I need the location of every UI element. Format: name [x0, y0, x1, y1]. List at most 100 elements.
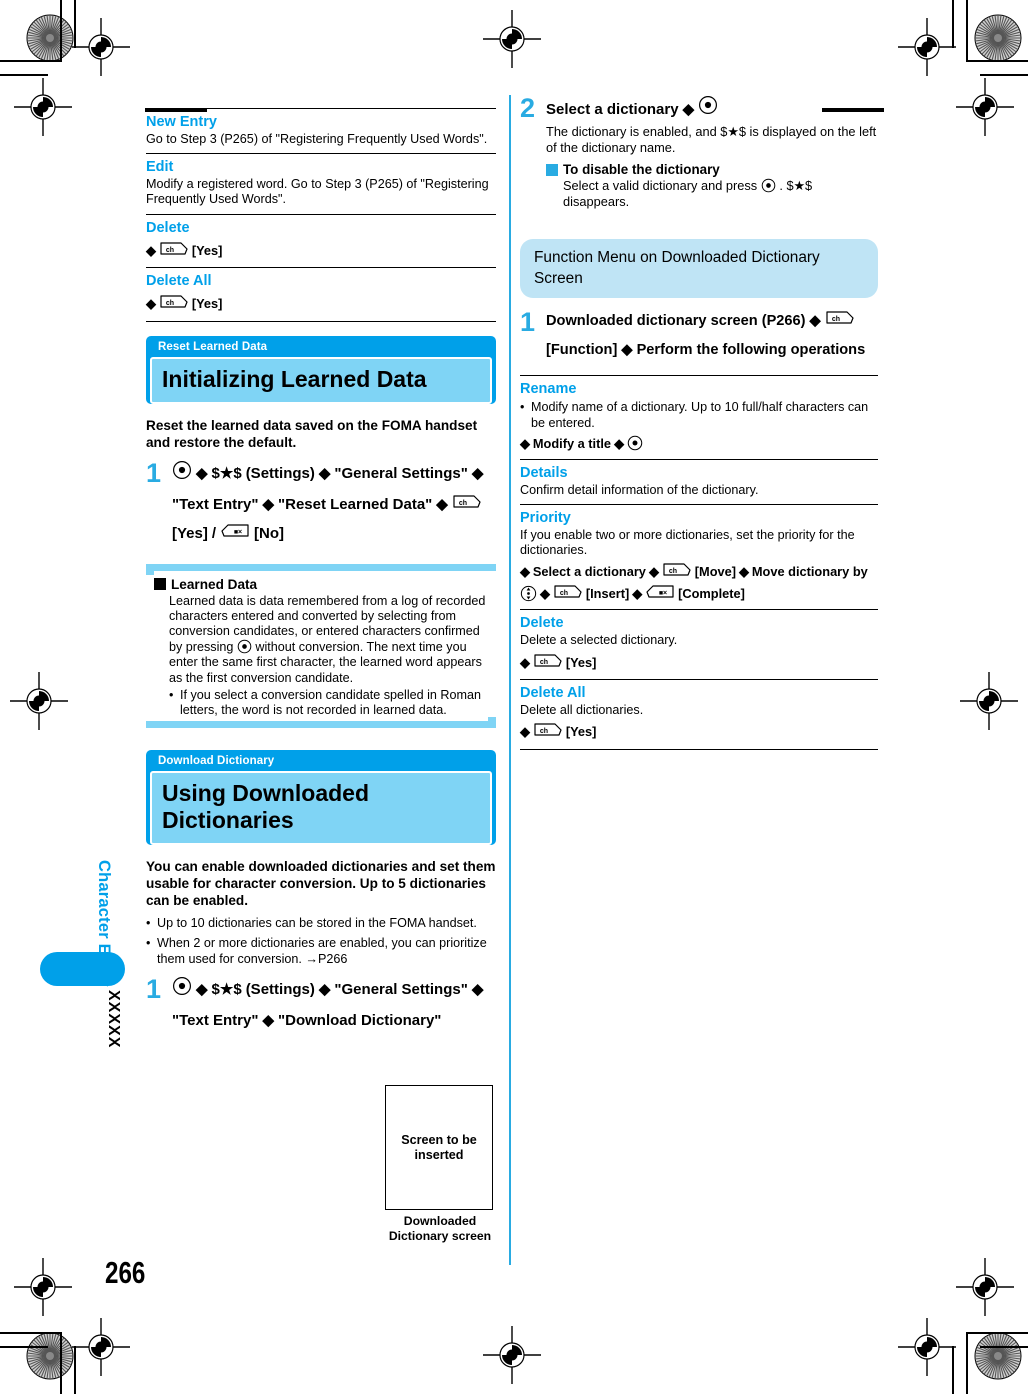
- solid-arrow-icon: ◆: [520, 654, 530, 670]
- entry-operation-label: Move dictionary by: [751, 564, 868, 580]
- screenshot-caption: Downloaded Dictionary screen: [388, 1214, 492, 1243]
- entry-desc: Modify a registered word. Go to Step 3 (…: [146, 177, 489, 207]
- entry-operation: ◆ ch [Yes]: [146, 241, 496, 261]
- divider-rule: [146, 266, 496, 268]
- bullet-dot-icon: •: [146, 916, 151, 931]
- dpad-updown-key-icon: [520, 585, 537, 602]
- section-header-band: Reset Learned Data Initializing Learned …: [146, 335, 496, 404]
- entry-title: Priority: [520, 509, 571, 526]
- note-paragraph: Learned data is data remembered from a l…: [169, 594, 490, 686]
- bullet-dot-icon: •: [169, 687, 174, 702]
- settings-star-icon: $★$: [211, 465, 242, 483]
- entry-desc: Confirm detail information of the dictio…: [520, 482, 759, 497]
- step-text: (Settings): [245, 981, 315, 999]
- divider-rule: [146, 320, 496, 322]
- note-top-bar: [154, 563, 496, 571]
- entry-operation: ◆ Modify a title ◆: [520, 435, 878, 453]
- solid-arrow-icon: ◆: [196, 465, 208, 483]
- entry-details: Details Confirm detail information of th…: [520, 465, 878, 498]
- entry-operation-label: Modify a title: [532, 435, 612, 451]
- ch-function-key-icon: ch: [533, 722, 563, 742]
- step-description: The dictionary is enabled, and $★$ is di…: [546, 124, 877, 155]
- solid-arrow-icon: ◆: [540, 586, 550, 602]
- entry-operation-label: [Yes]: [191, 242, 223, 258]
- ch-function-key-icon: ch: [159, 294, 189, 314]
- section-bullet-text: When 2 or more dictionaries are enabled,…: [157, 936, 487, 966]
- solid-arrow-icon: ◆: [146, 295, 156, 311]
- step-text: "General Settings": [334, 981, 468, 999]
- clear-key-icon: ■×: [645, 584, 675, 603]
- svg-text:■×: ■×: [234, 529, 242, 536]
- step-text: "Text Entry": [172, 495, 259, 513]
- step-content: Select a dictionary ◆ The dictionary is …: [546, 95, 878, 209]
- step-item: 1 ◆ $★$ (Settings) ◆ "General Settings" …: [146, 457, 496, 546]
- entry-rename: Rename • Modify name of a dictionary. Up…: [520, 381, 878, 452]
- divider-rule: [146, 213, 496, 215]
- function-menu-callout: Function Menu on Downloaded Dictionary S…: [520, 239, 878, 299]
- step-text: "General Settings": [334, 465, 468, 483]
- note-title: Learned Data: [171, 576, 258, 592]
- step-content: ◆ $★$ (Settings) ◆ "General Settings" ◆ …: [172, 460, 496, 546]
- solid-arrow-icon: ◆: [520, 435, 530, 451]
- step-content: Downloaded dictionary screen (P266) ◆ ch…: [546, 309, 878, 363]
- entry-desc: Delete a selected dictionary.: [520, 633, 678, 648]
- entry-title: Rename: [520, 381, 577, 398]
- svg-text:■×: ■×: [659, 590, 667, 597]
- solid-arrow-icon: ◆: [520, 564, 530, 580]
- entry-title: Edit: [146, 159, 174, 176]
- svg-text:ch: ch: [832, 316, 840, 323]
- step-number: 1: [146, 457, 162, 488]
- step-text: [No]: [254, 524, 285, 542]
- solid-arrow-icon: ◆: [471, 981, 484, 999]
- clear-key-icon: ■×: [220, 521, 250, 546]
- column-divider: [509, 95, 511, 1265]
- right-column: 2 Select a dictionary ◆ The dictionary i…: [520, 94, 878, 755]
- solid-arrow-icon: ◆: [632, 586, 643, 602]
- ch-function-key-icon: ch: [825, 309, 855, 334]
- solid-arrow-icon: ◆: [739, 564, 749, 580]
- note-title-row: Learned Data: [154, 576, 490, 593]
- section-title: Initializing Learned Data: [150, 356, 492, 404]
- entry-bullet: • Modify name of a dictionary. Up to 10 …: [520, 400, 878, 430]
- manual-page: Character Entry XXXXX 266 New Entry Go t…: [0, 0, 1028, 1394]
- ch-function-key-icon: ch: [662, 562, 692, 581]
- step-item: 1 ◆ $★$ (Settings) ◆ "General Settings" …: [146, 975, 496, 1033]
- step-text: [Function]: [546, 342, 618, 359]
- note-learned-data: Learned Data Learned data is data rememb…: [146, 563, 496, 729]
- svg-text:ch: ch: [540, 728, 548, 735]
- section-bullet: • When 2 or more dictionaries are enable…: [146, 936, 496, 966]
- step-text: "Text Entry": [172, 1011, 259, 1029]
- solid-arrow-icon: ◆: [682, 100, 695, 118]
- screenshot-figure: Screen to be inserted Downloaded Diction…: [385, 1085, 495, 1243]
- entry-operation-label: [Yes]: [565, 654, 597, 670]
- entry-delete: Delete ◆ ch [Yes]: [146, 220, 496, 261]
- step-text: /: [211, 524, 217, 542]
- entry-title: Delete All: [146, 272, 212, 289]
- entry-desc: Go to Step 3 (P265) of "Registering Freq…: [146, 132, 488, 146]
- section-intro: Reset the learned data saved on the FOMA…: [146, 417, 478, 450]
- entry-operation: ◆ Select a dictionary ◆ ch [Move] ◆ Move…: [520, 562, 878, 603]
- entry-bullet-text: Modify name of a dictionary. Up to 10 fu…: [531, 400, 869, 430]
- ch-function-key-icon: ch: [533, 653, 563, 673]
- section-intro: You can enable downloaded dictionaries a…: [146, 859, 496, 909]
- step-text: Downloaded dictionary screen (P266): [546, 313, 806, 330]
- entry-delete: Delete Delete a selected dictionary. ◆ c…: [520, 615, 878, 672]
- step-text: "Download Dictionary": [278, 1011, 442, 1029]
- center-select-key-icon: [627, 435, 643, 453]
- entry-title: Delete: [520, 615, 564, 632]
- step-text: (Settings): [245, 465, 315, 483]
- section-reset-learned-data: Reset Learned Data Initializing Learned …: [146, 335, 496, 546]
- entry-operation: ◆ ch [Yes]: [520, 722, 878, 742]
- entry-priority: Priority If you enable two or more dicti…: [520, 510, 878, 603]
- entry-operation-label: [Complete]: [678, 586, 745, 602]
- entry-operation-label: [Yes]: [191, 295, 223, 311]
- entry-title: Details: [520, 464, 568, 481]
- center-select-key-icon: [237, 639, 256, 654]
- blue-square-icon: [546, 163, 558, 176]
- entry-delete-all: Delete All Delete all dictionaries. ◆ ch…: [520, 685, 878, 742]
- svg-text:ch: ch: [669, 568, 677, 575]
- svg-text:ch: ch: [166, 247, 174, 254]
- entry-delete-all: Delete All ◆ ch [Yes]: [146, 273, 496, 314]
- entry-operation-label: [Move]: [694, 564, 737, 580]
- solid-arrow-icon: ◆: [146, 242, 156, 258]
